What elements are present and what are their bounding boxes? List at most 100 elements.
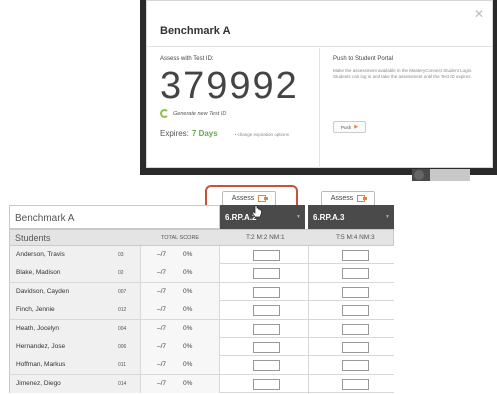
table-row: Heath, Jocelyn 004 –/7 0% bbox=[9, 319, 394, 338]
score-input[interactable] bbox=[342, 323, 369, 335]
column-divider bbox=[308, 246, 309, 394]
exit-icon bbox=[357, 195, 368, 202]
push-heading: Push to Student Portal bbox=[333, 56, 394, 62]
score-input[interactable] bbox=[253, 323, 280, 335]
student-name[interactable]: Hoffman, Markus bbox=[16, 361, 65, 368]
student-name[interactable]: Jimenez, Diego bbox=[16, 380, 61, 387]
score-cell: –/7 0% bbox=[141, 301, 220, 320]
score-value: –/7 bbox=[157, 361, 167, 369]
change-expiration-link[interactable]: • change expiration options bbox=[235, 132, 289, 137]
caret-down-icon: ▼ bbox=[296, 214, 301, 220]
close-icon[interactable]: ✕ bbox=[474, 7, 484, 21]
score-input[interactable] bbox=[253, 378, 280, 390]
score-cell: –/7 0% bbox=[141, 374, 220, 393]
score-input[interactable] bbox=[342, 360, 369, 372]
assess-modal: Benchmark A ✕ Assess with Test ID: 37999… bbox=[146, 0, 493, 168]
student-cell: Finch, Jennie 012 bbox=[9, 301, 141, 320]
standard-label: 6.RP.A.3 bbox=[313, 213, 345, 222]
score-percent: 0% bbox=[183, 269, 193, 277]
student-cell: Jimenez, Diego 014 bbox=[9, 374, 141, 393]
table-row: Finch, Jennie 012 –/7 0% bbox=[9, 301, 394, 320]
score-percent: 0% bbox=[183, 306, 193, 314]
generate-label: Generate new Test ID bbox=[173, 110, 227, 117]
score-input[interactable] bbox=[342, 250, 369, 261]
score-input[interactable] bbox=[342, 286, 369, 298]
widget-bar bbox=[430, 169, 470, 181]
score-value: –/7 bbox=[157, 287, 167, 295]
score-cell: –/7 0% bbox=[141, 337, 220, 356]
score-input[interactable] bbox=[342, 341, 369, 353]
score-input[interactable] bbox=[253, 250, 280, 261]
score-input[interactable] bbox=[253, 286, 280, 298]
score-percent: 0% bbox=[183, 342, 193, 350]
table-row: Davidson, Cayden 007 –/7 0% bbox=[9, 282, 394, 302]
student-name[interactable]: Heath, Jocelyn bbox=[16, 325, 59, 332]
chevron-right-icon: ▶ bbox=[354, 124, 359, 130]
score-input[interactable] bbox=[253, 360, 280, 372]
score-value: –/7 bbox=[157, 251, 167, 258]
push-description: Make the assessment available in the Mas… bbox=[333, 68, 473, 80]
student-name[interactable]: Davidson, Cayden bbox=[16, 288, 69, 295]
student-id: 006 bbox=[118, 343, 127, 350]
student-name[interactable]: Anderson, Travis bbox=[16, 251, 65, 258]
modal-title: Benchmark A bbox=[160, 25, 231, 37]
student-id: 007 bbox=[118, 288, 127, 295]
test-id-value: 379992 bbox=[160, 65, 299, 107]
students-header[interactable]: Students bbox=[15, 233, 51, 243]
student-id: 011 bbox=[118, 362, 126, 369]
table-title: Benchmark A bbox=[9, 205, 220, 229]
assess-button-6rpa3[interactable]: Assess bbox=[321, 191, 375, 206]
table-row: Hernandez, Jose 006 –/7 0% bbox=[9, 337, 394, 357]
score-value: –/7 bbox=[157, 306, 167, 314]
score-input[interactable] bbox=[342, 378, 369, 390]
table-row: Hoffman, Markus 011 –/7 0% bbox=[9, 356, 394, 375]
score-input[interactable] bbox=[253, 341, 280, 353]
student-cell: Heath, Jocelyn 004 bbox=[9, 319, 141, 338]
score-percent: 0% bbox=[183, 324, 193, 332]
student-name[interactable]: Hernandez, Jose bbox=[16, 343, 65, 350]
score-input[interactable] bbox=[342, 305, 369, 317]
refresh-icon bbox=[160, 109, 169, 118]
student-name[interactable]: Blake, Madison bbox=[16, 269, 60, 276]
standard-subheader: T:5 M:4 NM:3 bbox=[336, 234, 375, 241]
standard-header-6rpa3[interactable]: 6.RP.A.3 ▼ bbox=[308, 205, 394, 229]
student-cell: Blake, Madison 02 bbox=[9, 264, 141, 283]
score-value: –/7 bbox=[157, 269, 167, 277]
push-label: Push bbox=[340, 124, 352, 130]
generate-test-id-link[interactable]: Generate new Test ID bbox=[160, 109, 319, 118]
score-input[interactable] bbox=[342, 268, 369, 280]
score-input[interactable] bbox=[253, 305, 280, 317]
expires-label: Expires: bbox=[160, 129, 189, 138]
student-rows: Anderson, Travis 03 –/7 0% Blake, Madiso… bbox=[9, 246, 394, 394]
table-row: Jimenez, Diego 014 –/7 0% bbox=[9, 374, 394, 394]
score-percent: 0% bbox=[183, 287, 193, 295]
assess-label: Assess bbox=[330, 195, 354, 202]
student-id: 014 bbox=[118, 380, 127, 387]
test-id-heading: Assess with Test ID: bbox=[160, 56, 214, 62]
table-row: Blake, Madison 02 –/7 0% bbox=[9, 264, 394, 283]
student-id: 02 bbox=[118, 270, 124, 277]
student-id: 03 bbox=[118, 252, 124, 258]
score-cell: –/7 0% bbox=[141, 356, 220, 375]
score-value: –/7 bbox=[157, 324, 167, 332]
student-cell: Anderson, Travis 03 bbox=[9, 246, 141, 264]
score-percent: 0% bbox=[183, 379, 193, 387]
student-cell: Hernandez, Jose 006 bbox=[9, 337, 141, 356]
student-cell: Hoffman, Markus 011 bbox=[9, 356, 141, 375]
standard-subheader: T:2 M:2 NM:1 bbox=[246, 234, 285, 241]
student-name[interactable]: Finch, Jennie bbox=[16, 306, 55, 313]
score-value: –/7 bbox=[157, 379, 167, 387]
push-button[interactable]: Push ▶ bbox=[333, 121, 366, 133]
total-score-header[interactable]: TOTAL SCORE bbox=[161, 235, 199, 241]
score-input[interactable] bbox=[253, 268, 280, 280]
push-pane: Push to Student Portal Make the assessme… bbox=[321, 48, 493, 168]
score-cell: –/7 0% bbox=[141, 264, 220, 283]
student-id: 012 bbox=[118, 307, 127, 314]
modal-header: Benchmark A bbox=[147, 1, 492, 47]
score-cell: –/7 0% bbox=[141, 319, 220, 338]
table-row: Anderson, Travis 03 –/7 0% bbox=[9, 246, 394, 265]
score-cell: –/7 0% bbox=[141, 246, 220, 264]
column-header-row: Students TOTAL SCORE T:2 M:2 NM:1 T:5 M:… bbox=[9, 229, 394, 246]
score-value: –/7 bbox=[157, 342, 167, 350]
student-cell: Davidson, Cayden 007 bbox=[9, 282, 141, 301]
